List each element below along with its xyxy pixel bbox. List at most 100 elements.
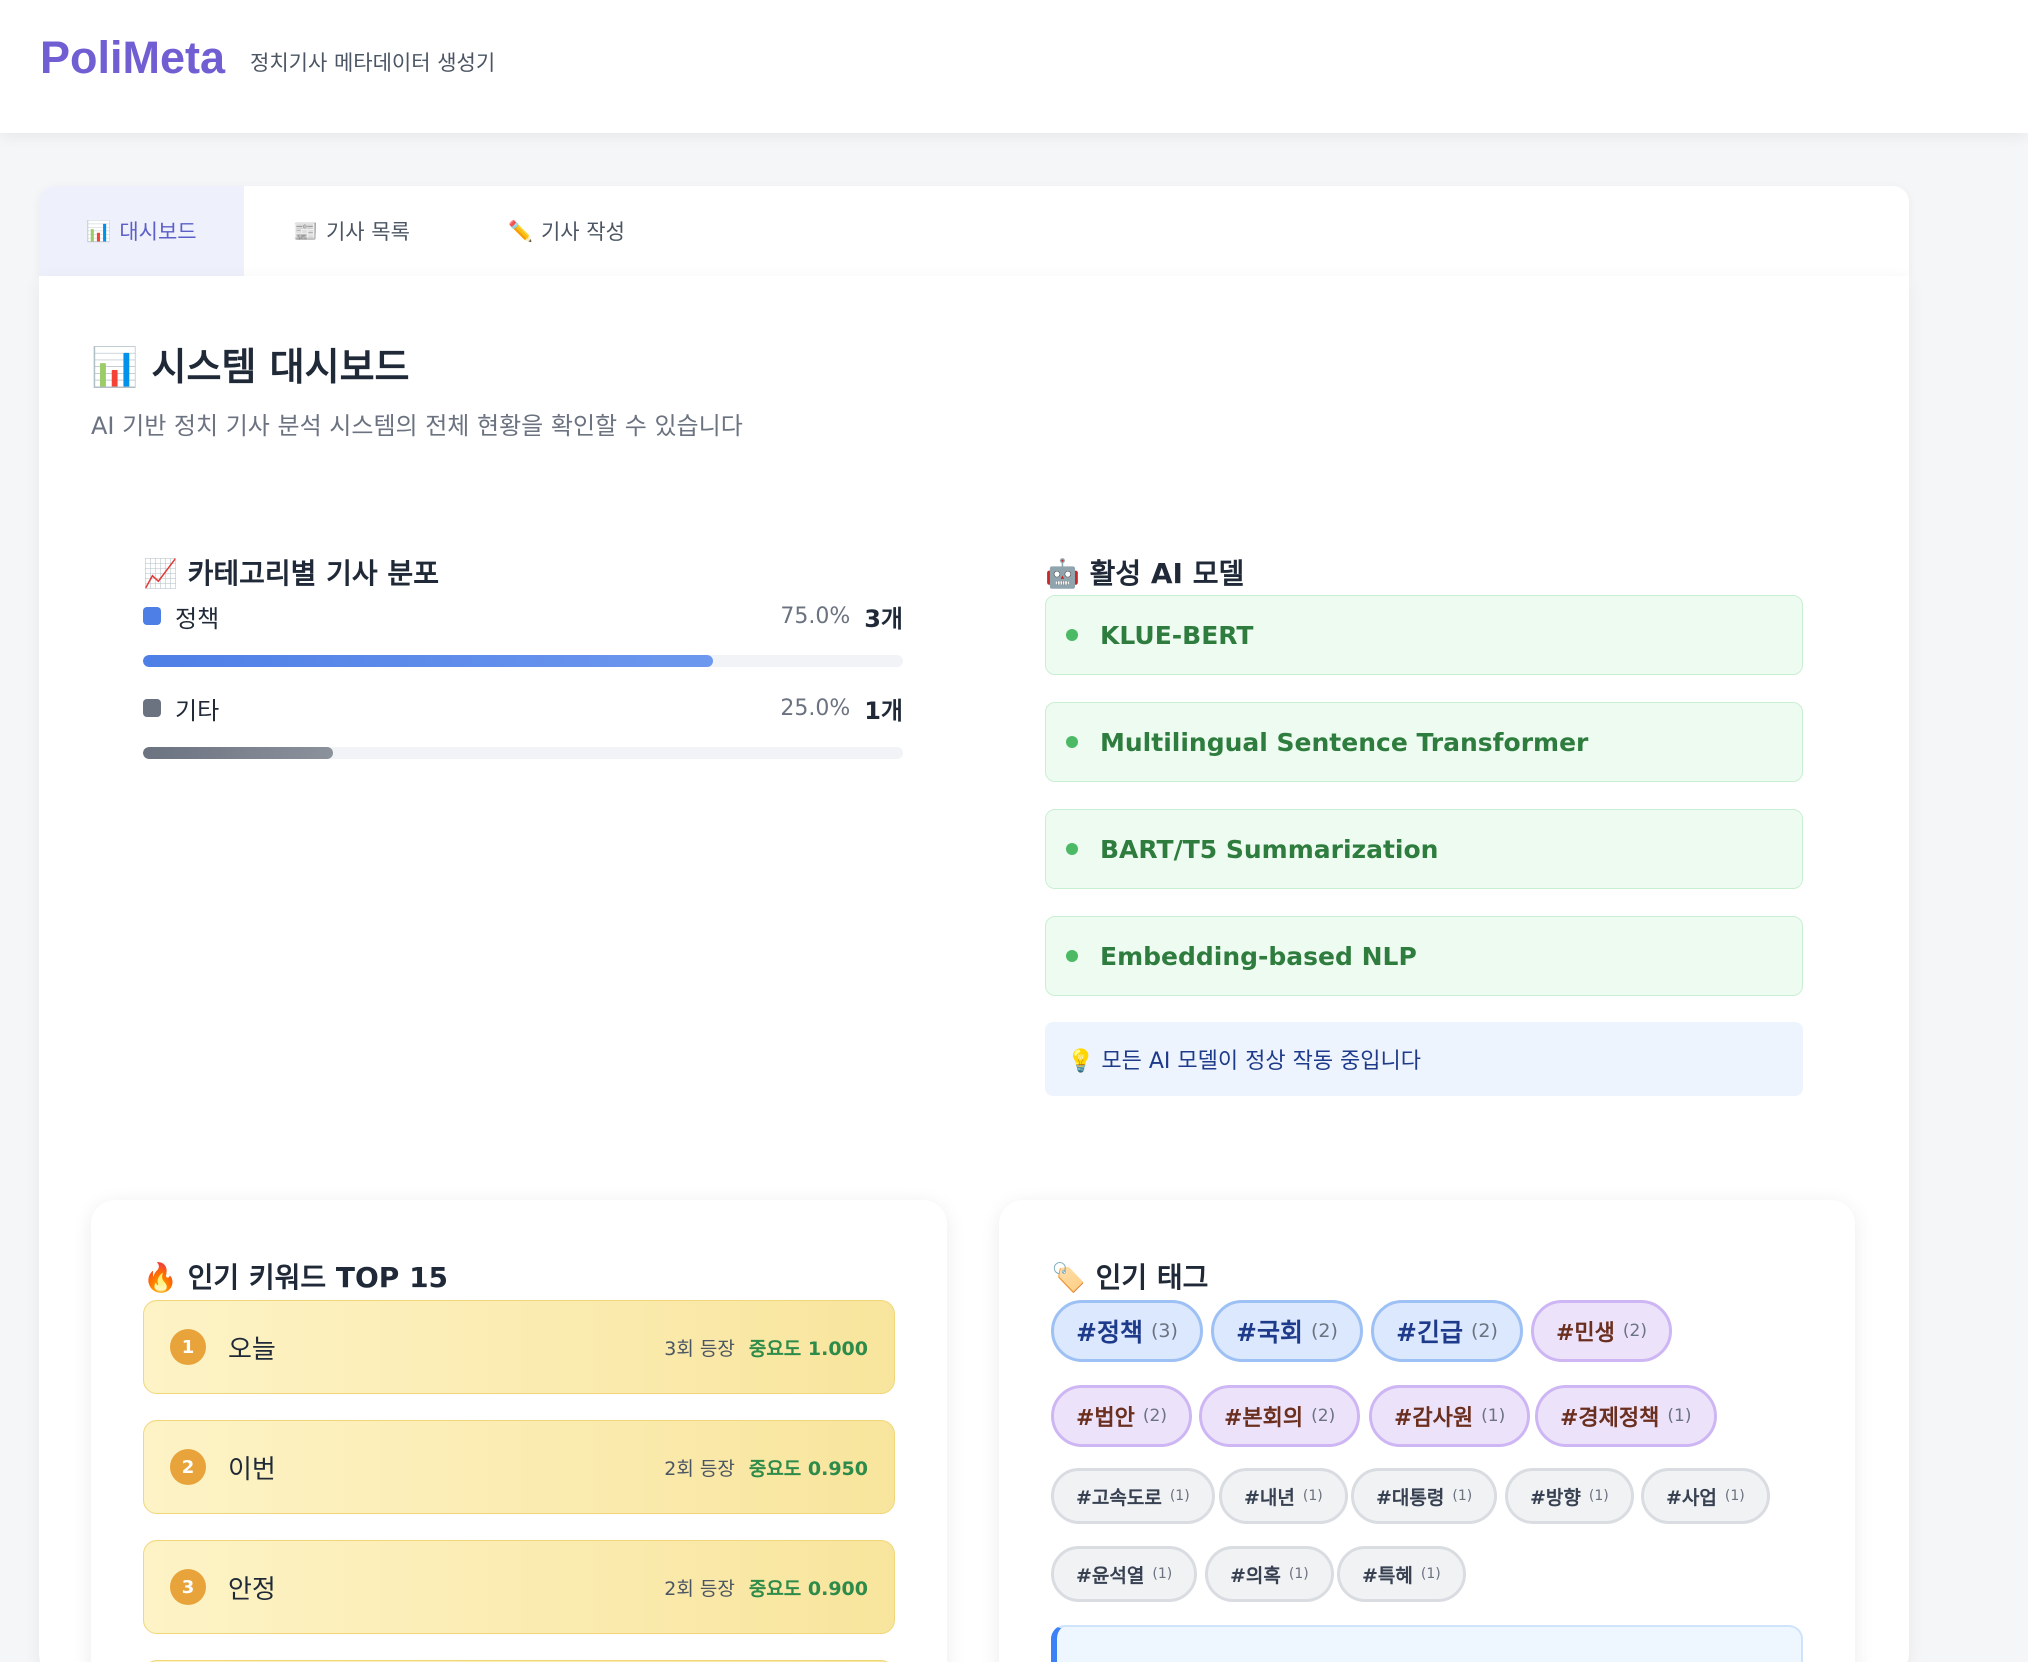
popular-keywords-title: 🔥 인기 키워드 TOP 15 xyxy=(143,1261,449,1294)
status-dot-icon xyxy=(1066,736,1078,748)
ai-models-title: 🤖 활성 AI 모델 xyxy=(1045,557,1245,590)
tag-chip[interactable]: #특혜 (1) xyxy=(1337,1546,1466,1602)
tag-count: (1) xyxy=(1588,1488,1609,1504)
tag-chip[interactable]: #사업 (1) xyxy=(1641,1468,1770,1524)
tag-name: #정책 xyxy=(1076,1318,1143,1347)
tab-dashboard[interactable]: 📊 대시보드 xyxy=(39,186,244,276)
app-logo[interactable]: PoliMeta xyxy=(40,32,225,84)
tag-count: (2) xyxy=(1622,1321,1648,1341)
tag-count: (1) xyxy=(1724,1488,1745,1504)
tag-chip[interactable]: #의혹 (1) xyxy=(1205,1546,1334,1602)
popular-tags-title: 🏷️ 인기 태그 xyxy=(1051,1261,1209,1294)
ai-models-status-note: 💡 모든 AI 모델이 정상 작동 중입니다 xyxy=(1045,1022,1803,1096)
tag-count: (1) xyxy=(1667,1406,1692,1426)
tab-bar: 📊 대시보드 📰 기사 목록 ✏️ 기사 작성 xyxy=(39,186,1909,276)
ai-model-item: BART/T5 Summarization xyxy=(1045,809,1803,889)
ai-model-item: Multilingual Sentence Transformer xyxy=(1045,702,1803,782)
tag-name: #대통령 xyxy=(1376,1486,1445,1509)
dashboard-panel: 📊 시스템 대시보드 AI 기반 정치 기사 분석 시스템의 전체 현황을 확인… xyxy=(39,276,1909,1662)
ai-model-item: KLUE-BERT xyxy=(1045,595,1803,675)
tag-chip[interactable]: #국회 (2) xyxy=(1211,1300,1363,1362)
page-description: AI 기반 정치 기사 분석 시스템의 전체 현황을 확인할 수 있습니다 xyxy=(91,412,743,440)
tag-chip[interactable]: #감사원 (1) xyxy=(1369,1385,1531,1447)
keyword-rank-badge: 3 xyxy=(170,1569,206,1605)
keyword-word: 오늘 xyxy=(228,1334,276,1365)
tag-count: (3) xyxy=(1150,1320,1178,1342)
keyword-item[interactable]: 2 이번 2회 등장 중요도 0.950 xyxy=(143,1420,895,1514)
tag-name: #의혹 xyxy=(1230,1564,1281,1587)
tag-name: #국회 xyxy=(1236,1318,1303,1347)
ai-model-name: BART/T5 Summarization xyxy=(1100,834,1439,864)
tab-write-article[interactable]: ✏️ 기사 작성 xyxy=(459,186,674,276)
tag-chip[interactable]: #윤석열 (1) xyxy=(1051,1546,1198,1602)
ai-model-name: Embedding-based NLP xyxy=(1100,941,1417,971)
newspaper-icon: 📰 xyxy=(293,219,318,243)
keyword-score: 중요도 0.900 xyxy=(748,1577,868,1600)
popular-tags-card: 🏷️ 인기 태그 #정책 (3) #국회 (2) #긴급 (2) #민생 (2) #법안… xyxy=(999,1200,1855,1662)
tag-count: (1) xyxy=(1452,1488,1473,1504)
tag-chip[interactable]: #본회의 (2) xyxy=(1199,1385,1361,1447)
category-progress-fill xyxy=(143,747,333,759)
tag-count: (2) xyxy=(1311,1406,1336,1426)
tag-chip[interactable]: #내년 (1) xyxy=(1219,1468,1348,1524)
tag-name: #특혜 xyxy=(1362,1564,1413,1587)
pencil-icon: ✏️ xyxy=(508,219,533,243)
chart-icon: 📊 xyxy=(86,219,112,243)
tag-count: (1) xyxy=(1288,1566,1309,1582)
tag-count: (1) xyxy=(1420,1566,1441,1582)
keyword-item[interactable]: 1 오늘 3회 등장 중요도 1.000 xyxy=(143,1300,895,1394)
keyword-item[interactable]: 3 안정 2회 등장 중요도 0.900 xyxy=(143,1540,895,1634)
tag-count: (2) xyxy=(1142,1406,1168,1426)
tag-name: #방향 xyxy=(1530,1486,1581,1509)
category-color-swatch xyxy=(143,607,161,625)
tag-name: #감사원 xyxy=(1394,1406,1474,1431)
keyword-word: 이번 xyxy=(228,1454,276,1485)
tag-name: #윤석열 xyxy=(1076,1564,1145,1587)
app-header: PoliMeta 정치기사 메타데이터 생성기 xyxy=(0,0,2028,133)
ai-model-name: Multilingual Sentence Transformer xyxy=(1100,727,1589,757)
tag-chip[interactable]: #법안 (2) xyxy=(1051,1385,1193,1447)
popular-keywords-card: 🔥 인기 키워드 TOP 15 1 오늘 3회 등장 중요도 1.000 2 이… xyxy=(91,1200,947,1662)
page-title: 📊 시스템 대시보드 xyxy=(91,345,410,389)
category-name: 정책 xyxy=(175,604,220,633)
tag-chip[interactable]: #대통령 (1) xyxy=(1351,1468,1498,1524)
tag-name: #본회의 xyxy=(1224,1406,1304,1431)
tag-name: #내년 xyxy=(1244,1486,1295,1509)
keyword-count: 2회 등장 xyxy=(664,1457,735,1480)
category-distribution-title: 📈 카테고리별 기사 분포 xyxy=(143,557,439,590)
category-progress-bar xyxy=(143,655,903,667)
status-dot-icon xyxy=(1066,950,1078,962)
category-percent: 25.0% xyxy=(780,695,851,721)
keyword-rank-badge: 1 xyxy=(170,1329,206,1365)
tag-chip[interactable]: #경제정책 (1) xyxy=(1535,1385,1717,1447)
tag-chip[interactable]: #정책 (3) xyxy=(1051,1300,1203,1362)
keyword-word: 안정 xyxy=(228,1574,276,1605)
keyword-count: 3회 등장 xyxy=(664,1337,735,1360)
tag-name: #사업 xyxy=(1666,1486,1717,1509)
tag-count: (1) xyxy=(1481,1406,1506,1426)
tag-count: (1) xyxy=(1169,1488,1190,1504)
category-color-swatch xyxy=(143,699,161,717)
tag-chip[interactable]: #방향 (1) xyxy=(1505,1468,1634,1524)
tag-chip[interactable]: #고속도로 (1) xyxy=(1051,1468,1215,1524)
tab-label: 기사 목록 xyxy=(325,220,410,244)
tag-name: #경제정책 xyxy=(1560,1406,1660,1431)
tag-count: (2) xyxy=(1310,1320,1338,1342)
tag-chip[interactable]: #민생 (2) xyxy=(1531,1300,1673,1362)
tag-chip[interactable]: #긴급 (2) xyxy=(1371,1300,1523,1362)
tab-label: 대시보드 xyxy=(119,220,197,244)
ai-model-name: KLUE-BERT xyxy=(1100,620,1254,650)
category-row: 기타 25.0% 1개 xyxy=(143,691,903,759)
category-name: 기타 xyxy=(175,696,220,725)
status-dot-icon xyxy=(1066,843,1078,855)
tag-count: (1) xyxy=(1302,1488,1323,1504)
tag-info-box xyxy=(1051,1625,1803,1662)
tag-name: #고속도로 xyxy=(1076,1486,1162,1509)
tag-name: #긴급 xyxy=(1396,1318,1463,1347)
ai-model-item: Embedding-based NLP xyxy=(1045,916,1803,996)
tab-article-list[interactable]: 📰 기사 목록 xyxy=(244,186,459,276)
keyword-score: 중요도 1.000 xyxy=(748,1337,868,1360)
tag-name: #민생 xyxy=(1556,1321,1615,1346)
tag-name: #법안 xyxy=(1076,1406,1135,1431)
keyword-rank-badge: 2 xyxy=(170,1449,206,1485)
